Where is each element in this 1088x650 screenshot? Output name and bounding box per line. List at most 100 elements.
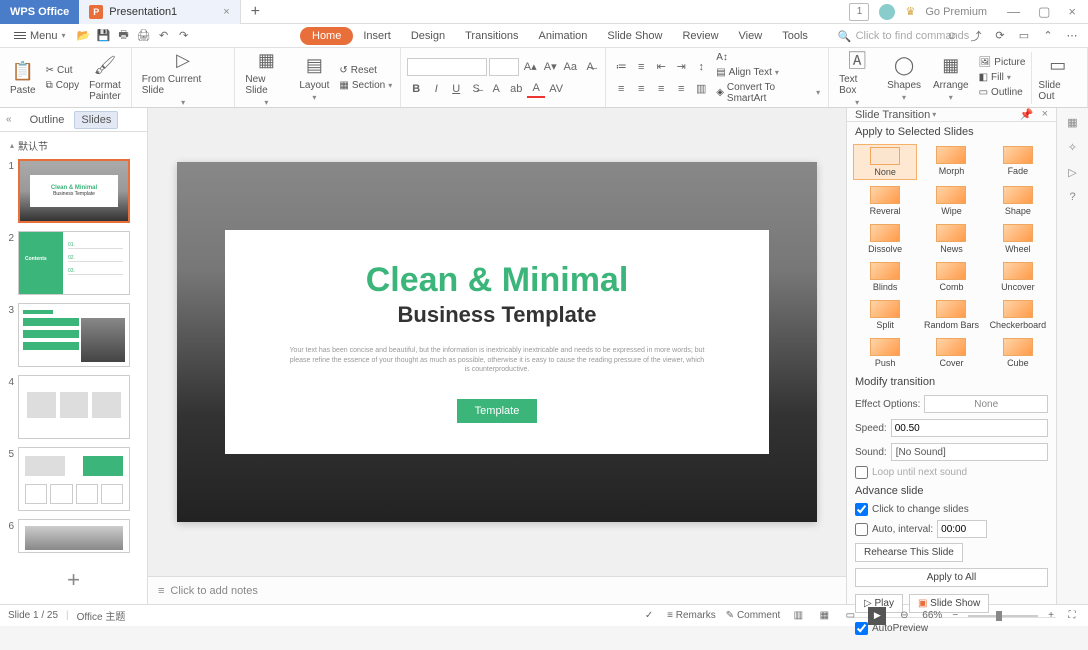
text-box-button[interactable]: 🄰Text Box▾ xyxy=(835,46,879,109)
sorter-view-icon[interactable]: ▦ xyxy=(816,608,832,624)
close-tab-icon[interactable]: × xyxy=(223,6,229,18)
copy-button[interactable]: ⧉Copy xyxy=(44,79,82,92)
font-family-select[interactable] xyxy=(407,58,487,76)
change-case-icon[interactable]: Aa xyxy=(561,58,579,76)
numbering-button[interactable]: ≡ xyxy=(632,58,650,76)
loop-sound-checkbox[interactable] xyxy=(855,466,868,479)
zoom-out-icon[interactable]: ⊖ xyxy=(896,608,912,624)
slide-description[interactable]: Your text has been concise and beautiful… xyxy=(287,346,707,375)
slide-canvas[interactable]: Clean & Minimal Business Template Your t… xyxy=(177,162,817,522)
slide-thumbnail-1[interactable]: Clean & Minimal Business Template xyxy=(18,159,130,223)
align-center-button[interactable]: ≡ xyxy=(632,80,650,98)
auto-interval-checkbox[interactable] xyxy=(855,523,868,536)
updates-icon[interactable]: 1 xyxy=(849,3,869,21)
text-direction-button[interactable]: A↕ xyxy=(714,51,822,64)
tab-animation[interactable]: Animation xyxy=(529,26,598,46)
reading-view-icon[interactable]: ▭ xyxy=(842,608,858,624)
reset-button[interactable]: ↺Reset xyxy=(337,64,394,77)
transition-blinds[interactable]: Blinds xyxy=(853,260,917,294)
transition-random-bars[interactable]: Random Bars xyxy=(919,298,983,332)
transition-checkerboard[interactable]: Checkerboard xyxy=(986,298,1050,332)
slideshow-play-button[interactable]: ▶ xyxy=(868,607,886,625)
paste-button[interactable]: 📋 Paste xyxy=(6,57,40,98)
rail-style-icon[interactable]: ✧ xyxy=(1068,141,1077,154)
overflow-icon[interactable]: ▭ xyxy=(1016,28,1032,44)
add-tab-button[interactable]: + xyxy=(241,3,270,21)
zoom-minus-button[interactable]: − xyxy=(952,610,958,621)
slide-thumbnail-2[interactable]: Contents 01. 02. 03. xyxy=(18,231,130,295)
more-icon[interactable]: ⋯ xyxy=(1064,28,1080,44)
tab-transitions[interactable]: Transitions xyxy=(455,26,528,46)
arrange-button[interactable]: ▦Arrange▾ xyxy=(929,52,973,104)
zoom-plus-button[interactable]: + xyxy=(1048,610,1054,621)
transition-morph[interactable]: Morph xyxy=(919,144,983,180)
rail-help-icon[interactable]: ? xyxy=(1069,191,1075,203)
slide-thumbnail-4[interactable] xyxy=(18,375,130,439)
slides-tab[interactable]: Slides xyxy=(74,111,118,129)
add-slide-button[interactable]: + xyxy=(2,557,145,603)
decrease-font-icon[interactable]: A▾ xyxy=(541,58,559,76)
new-slide-button[interactable]: ▦ New Slide▾ xyxy=(241,46,291,109)
tab-review[interactable]: Review xyxy=(672,26,728,46)
go-premium-link[interactable]: Go Premium xyxy=(925,6,987,18)
transition-reveral[interactable]: Reveral xyxy=(853,184,917,218)
close-window-button[interactable]: × xyxy=(1064,4,1080,19)
zoom-slider[interactable] xyxy=(968,615,1038,617)
clear-formatting-icon[interactable]: A̶ xyxy=(581,58,599,76)
tab-insert[interactable]: Insert xyxy=(353,26,401,46)
transition-fade[interactable]: Fade xyxy=(986,144,1050,180)
apply-to-all-button[interactable]: Apply to All xyxy=(855,568,1048,587)
cut-button[interactable]: ✂Cut xyxy=(44,64,82,77)
font-color-button[interactable]: A xyxy=(527,80,545,98)
rehearse-button[interactable]: Rehearse This Slide xyxy=(855,543,963,562)
comment-button[interactable]: ✎ Comment xyxy=(726,610,781,621)
transition-wheel[interactable]: Wheel xyxy=(986,222,1050,256)
menu-button[interactable]: Menu ▾ xyxy=(8,28,72,44)
transition-news[interactable]: News xyxy=(919,222,983,256)
slide-thumbnail-5[interactable] xyxy=(18,447,130,511)
pin-icon[interactable]: 📌 xyxy=(1020,108,1034,121)
align-text-button[interactable]: ▤Align Text▾ xyxy=(714,66,822,79)
history-icon[interactable]: ⟳ xyxy=(992,28,1008,44)
picture-button[interactable]: 🖼Picture xyxy=(977,56,1028,69)
strikethrough-button[interactable]: S̶ xyxy=(467,80,485,98)
slide-thumbnail-3[interactable] xyxy=(18,303,130,367)
remarks-button[interactable]: ≡ Remarks xyxy=(667,610,716,621)
collapse-ribbon-icon[interactable]: ⌃ xyxy=(1040,28,1056,44)
italic-button[interactable]: I xyxy=(427,80,445,98)
character-spacing-button[interactable]: AV xyxy=(547,80,565,98)
transition-cube[interactable]: Cube xyxy=(986,336,1050,370)
line-spacing-button[interactable]: ↕ xyxy=(692,58,710,76)
zoom-level[interactable]: 66% xyxy=(922,610,942,621)
outline-tab[interactable]: Outline xyxy=(24,112,71,128)
tab-design[interactable]: Design xyxy=(401,26,455,46)
format-painter-button[interactable]: 🖌 Format Painter xyxy=(85,52,125,104)
collapse-panel-icon[interactable]: « xyxy=(6,114,12,125)
transition-cover[interactable]: Cover xyxy=(919,336,983,370)
from-current-slide-button[interactable]: ▷ From Current Slide▾ xyxy=(138,46,229,109)
document-tab[interactable]: P Presentation1 × xyxy=(79,0,240,24)
transition-dissolve[interactable]: Dissolve xyxy=(853,222,917,256)
align-left-button[interactable]: ≡ xyxy=(612,80,630,98)
align-right-button[interactable]: ≡ xyxy=(652,80,670,98)
rail-layers-icon[interactable]: ▦ xyxy=(1067,116,1077,129)
tab-home[interactable]: Home xyxy=(300,27,353,45)
redo-icon[interactable]: ↷ xyxy=(176,28,192,44)
auto-interval-input[interactable] xyxy=(937,520,987,538)
shapes-button[interactable]: ◯Shapes▾ xyxy=(883,52,925,104)
transition-wipe[interactable]: Wipe xyxy=(919,184,983,218)
fill-button[interactable]: ◧Fill▾ xyxy=(977,71,1028,84)
bullets-button[interactable]: ≔ xyxy=(612,58,630,76)
spellcheck-icon[interactable]: ✓ xyxy=(641,608,657,624)
sound-select[interactable]: [No Sound] xyxy=(891,443,1048,461)
section-header[interactable]: ▴默认节 xyxy=(2,136,145,155)
highlight-button[interactable]: ab xyxy=(507,80,525,98)
share-icon[interactable]: ⤴ xyxy=(968,28,984,44)
slide-thumbnail-6[interactable] xyxy=(18,519,130,553)
tab-view[interactable]: View xyxy=(729,26,773,46)
convert-smartart-button[interactable]: ◈Convert To SmartArt▾ xyxy=(714,81,822,105)
outline-button[interactable]: ▭Outline xyxy=(977,86,1028,99)
click-change-checkbox[interactable] xyxy=(855,503,868,516)
justify-button[interactable]: ≡ xyxy=(672,80,690,98)
columns-button[interactable]: ▥ xyxy=(692,80,710,98)
